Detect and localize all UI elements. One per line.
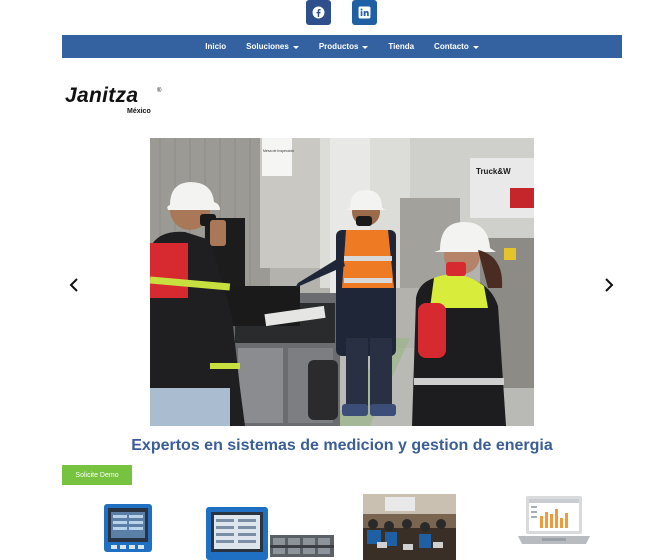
product-thumb-analyzer[interactable] — [206, 505, 334, 560]
registered-mark: ® — [157, 88, 162, 94]
caret-down-icon — [292, 45, 299, 49]
social-bar — [0, 0, 661, 26]
power-meter-image — [104, 504, 152, 552]
power-analyzer-image — [206, 507, 334, 560]
linkedin-icon — [358, 6, 371, 19]
facebook-button[interactable] — [306, 0, 331, 25]
nav-item-label: Tienda — [388, 42, 415, 51]
chevron-left-icon — [69, 278, 78, 292]
chevron-right-icon — [605, 278, 614, 292]
caret-down-icon — [362, 45, 369, 49]
product-thumb-meter[interactable] — [103, 503, 153, 553]
linkedin-button[interactable] — [352, 0, 377, 25]
request-demo-button[interactable]: Solicite Demo — [62, 465, 132, 485]
caret-down-icon — [472, 45, 479, 49]
nav-item-soluciones[interactable]: Soluciones — [246, 42, 299, 51]
nav-item-label: Soluciones — [246, 42, 289, 51]
product-thumb-software[interactable] — [512, 494, 592, 554]
laptop-software-image — [518, 496, 590, 544]
nav-item-tienda[interactable]: Tienda — [388, 42, 414, 51]
facebook-icon — [312, 6, 325, 19]
truck-sign: Truck&W — [476, 167, 511, 176]
nav-item-contacto[interactable]: Contacto — [434, 42, 479, 51]
brand-region: México — [127, 108, 151, 115]
brand-logo[interactable]: Janitza ® México — [65, 85, 175, 120]
hero-photo: Truck&W Mesa de Inspección — [150, 138, 534, 426]
carousel-next-button[interactable] — [602, 278, 616, 292]
hero-carousel[interactable]: Truck&W Mesa de Inspección — [150, 138, 534, 426]
nav-item-label: Inicio — [205, 42, 227, 51]
inspection-sign: Mesa de Inspección — [263, 149, 294, 153]
product-thumb-training[interactable] — [363, 494, 456, 560]
carousel-prev-button[interactable] — [67, 278, 81, 292]
nav-item-inicio[interactable]: Inicio — [205, 42, 226, 51]
nav-item-productos[interactable]: Productos — [319, 42, 369, 51]
nav-item-label: Productos — [318, 42, 359, 51]
brand-name: Janitza — [65, 84, 139, 107]
nav-item-label: Contacto — [434, 42, 469, 51]
page-headline: Expertos en sistemas de medicion y gesti… — [131, 437, 553, 454]
training-room-image — [363, 494, 456, 560]
main-nav: Inicio Soluciones Productos Tienda Conta… — [62, 35, 622, 58]
